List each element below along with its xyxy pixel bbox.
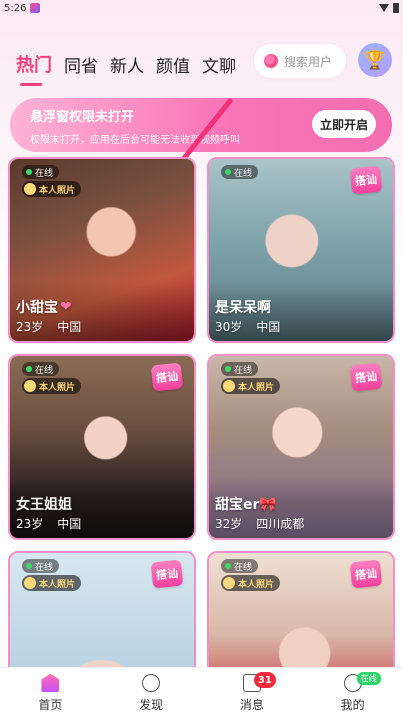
nav-label: 消息: [239, 698, 264, 712]
online-dot-icon: [26, 366, 32, 372]
verified-label: 本人照片: [39, 382, 76, 393]
wifi-icon: [379, 4, 389, 12]
unread-count-badge: 31: [253, 672, 276, 688]
user-age: 23岁: [16, 517, 44, 531]
online-badge: 在线: [221, 165, 259, 179]
user-name-text: 女王姐姐: [16, 497, 72, 513]
user-card[interactable]: 在线 本人照片 搭讪 甜宝er🎀 32岁 四川成都: [207, 354, 395, 540]
permission-banner: 悬浮窗权限未打开 权限未打开，应用在后台可能无法收到视频呼叫 立即开启: [10, 98, 392, 152]
verified-label: 本人照片: [238, 382, 275, 393]
user-age: 30岁: [215, 320, 243, 334]
online-dot-icon: [26, 563, 32, 569]
user-name: 女王姐姐: [16, 494, 72, 514]
status-time: 5:26: [4, 2, 27, 14]
user-name: 是呆呆啊: [215, 297, 271, 317]
user-name-text: 是呆呆啊: [215, 300, 271, 316]
online-label: 在线: [234, 168, 253, 179]
user-card[interactable]: 在线 本人照片 小甜宝 ❤ 23岁 中国: [8, 157, 196, 343]
online-label: 在线: [234, 365, 253, 376]
status-bar: 5:26: [0, 0, 403, 16]
tab-newcomer[interactable]: 新人: [110, 52, 144, 77]
tab-same-province[interactable]: 同省: [64, 52, 98, 77]
user-name: 小甜宝 ❤: [16, 297, 72, 317]
person-icon: [24, 380, 36, 392]
nav-messages[interactable]: 31 消息: [202, 668, 303, 719]
nav-home[interactable]: 首页: [0, 668, 101, 719]
person-icon: [223, 577, 235, 589]
verified-badge: 本人照片: [221, 378, 281, 394]
online-badge: 在线: [22, 165, 60, 179]
user-age: 32岁: [215, 517, 243, 531]
battery-icon: [393, 3, 399, 13]
online-badge: 在线: [221, 559, 259, 573]
enable-now-button[interactable]: 立即开启: [312, 110, 376, 138]
verified-badge: 本人照片: [221, 575, 281, 591]
trophy-icon[interactable]: 🏆: [358, 43, 392, 77]
verified-label: 本人照片: [39, 579, 76, 590]
verified-badge: 本人照片: [22, 378, 82, 394]
bottom-nav: 首页 发现 31 消息 在线 我的: [0, 667, 403, 719]
search-icon: [264, 54, 278, 68]
tab-text-chat[interactable]: 文聊: [202, 52, 236, 77]
online-label: 在线: [35, 562, 54, 573]
online-badge: 在线: [221, 362, 259, 376]
user-card[interactable]: 在线 搭讪 是呆呆啊 30岁 中国: [207, 157, 395, 343]
online-badge: 在线: [22, 362, 60, 376]
nav-mine[interactable]: 在线 我的: [302, 668, 403, 719]
online-status-badge: 在线: [356, 672, 381, 685]
nav-label: 发现: [139, 698, 164, 712]
online-dot-icon: [225, 563, 231, 569]
online-label: 在线: [234, 562, 253, 573]
user-location: 中国: [256, 320, 281, 334]
tab-hot[interactable]: 热门: [16, 51, 52, 86]
nav-discover[interactable]: 发现: [101, 668, 202, 719]
verified-label: 本人照片: [238, 579, 275, 590]
chat-button[interactable]: 搭讪: [349, 165, 383, 195]
user-name-text: 小甜宝: [16, 300, 58, 316]
user-name: 甜宝er🎀: [215, 494, 277, 514]
person-icon: [24, 183, 36, 195]
tab-looks[interactable]: 颜值: [156, 52, 190, 77]
user-name-text: 甜宝er🎀: [215, 497, 277, 513]
user-location: 四川成都: [256, 517, 305, 531]
chat-button[interactable]: 搭讪: [349, 362, 383, 392]
user-meta: 32岁 四川成都: [215, 515, 304, 532]
verified-label: 本人照片: [39, 185, 76, 196]
user-meta: 23岁 中国: [16, 318, 81, 335]
user-location: 中国: [57, 517, 82, 531]
user-meta: 23岁 中国: [16, 515, 81, 532]
online-label: 在线: [35, 168, 54, 179]
online-dot-icon: [225, 169, 231, 175]
user-meta: 30岁 中国: [215, 318, 280, 335]
discover-icon: [142, 674, 161, 692]
chat-button[interactable]: 搭讪: [150, 559, 184, 589]
person-icon: [223, 380, 235, 392]
home-icon: [41, 674, 60, 692]
nav-label: 我的: [340, 698, 365, 712]
person-icon: [24, 577, 36, 589]
nav-label: 首页: [38, 698, 63, 712]
online-badge: 在线: [22, 559, 60, 573]
user-card[interactable]: 在线 本人照片 搭讪 女王姐姐 23岁 中国: [8, 354, 196, 540]
verified-badge: 本人照片: [22, 575, 82, 591]
chat-button[interactable]: 搭讪: [150, 362, 184, 392]
app-notification-icon: [30, 3, 41, 13]
user-age: 23岁: [16, 320, 44, 334]
verified-badge: 本人照片: [22, 181, 82, 197]
online-dot-icon: [26, 169, 32, 175]
user-location: 中国: [57, 320, 82, 334]
search-input[interactable]: 搜索用户: [254, 44, 346, 78]
search-placeholder: 搜索用户: [284, 54, 333, 69]
online-dot-icon: [225, 366, 231, 372]
online-label: 在线: [35, 365, 54, 376]
heart-icon: ❤: [60, 299, 72, 315]
chat-button[interactable]: 搭讪: [349, 559, 383, 589]
